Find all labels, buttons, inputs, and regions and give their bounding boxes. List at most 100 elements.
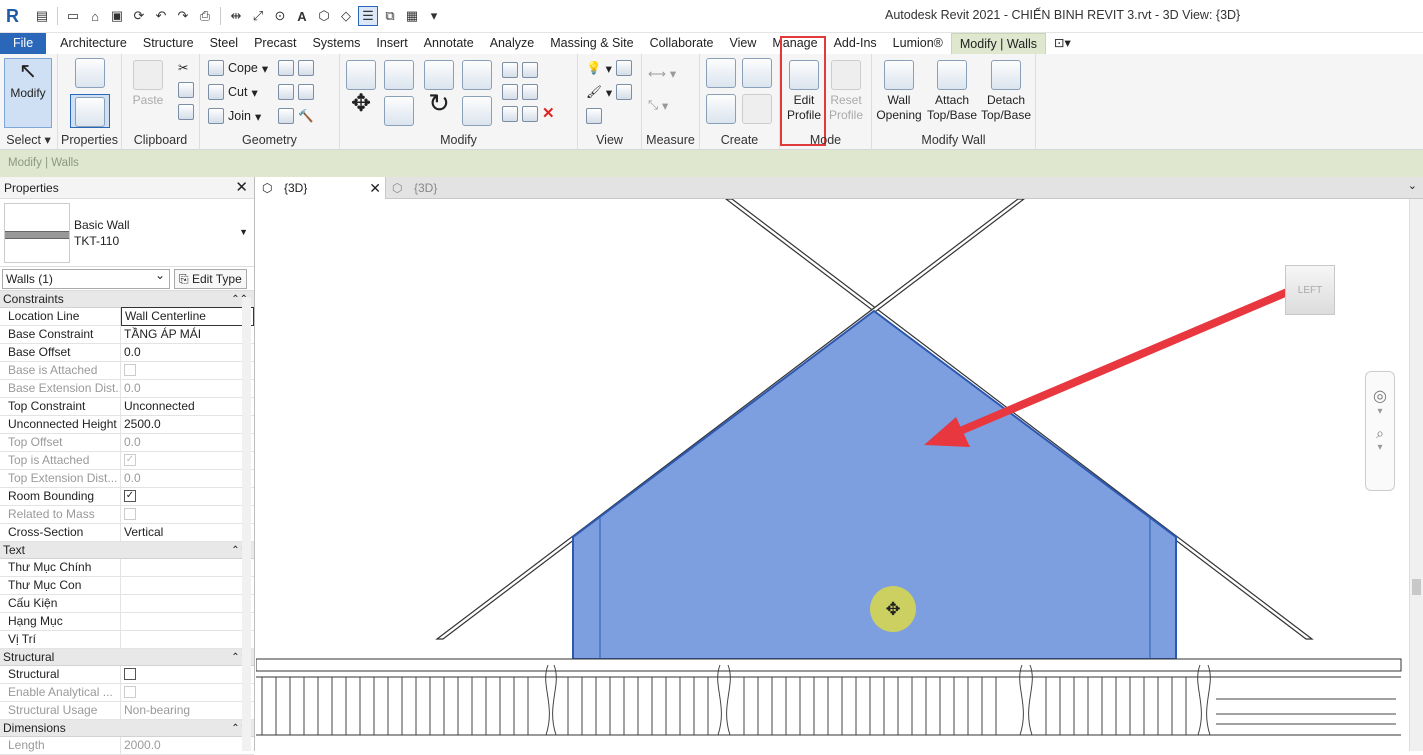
tab-add-ins[interactable]: Add-Ins (826, 33, 885, 54)
override-graphics-button[interactable]: 🖌 ▾ (586, 84, 633, 100)
mirror-draw-button[interactable] (462, 60, 492, 93)
tab-massing-site[interactable]: Massing & Site (542, 33, 641, 54)
tab-overflow-icon[interactable]: ⌄ (1408, 179, 1417, 192)
3d-view-icon[interactable]: ⬡ (314, 6, 334, 26)
create-parts-button[interactable] (740, 58, 774, 91)
measure-button[interactable]: ⟷ ▾ (648, 66, 676, 81)
attach-top-base-button[interactable]: Attach Top/Base (926, 60, 978, 123)
create-assembly-button[interactable] (704, 58, 738, 91)
properties-button[interactable] (70, 94, 110, 128)
zoom-icon[interactable]: ⌕ (1366, 425, 1394, 442)
tab-steel[interactable]: Steel (202, 33, 247, 54)
split-face-button[interactable] (278, 60, 314, 76)
prop-row[interactable]: Vị Trí (0, 631, 254, 649)
ribbon-toggle-icon[interactable]: ⊡▾ (1046, 33, 1079, 54)
prop-value[interactable]: 0.0 (121, 344, 254, 361)
prop-row[interactable]: Structural (0, 666, 254, 684)
prop-row[interactable]: Thư Mục Chính (0, 559, 254, 577)
dimension-icon[interactable]: ⤢ (248, 6, 268, 26)
tab-architecture[interactable]: Architecture (52, 33, 135, 54)
prop-value[interactable]: TẦNG ÁP MÁI (121, 326, 254, 343)
paste-button[interactable]: Paste (128, 60, 168, 108)
group-dimensions[interactable]: Dimensions ⌃⌃ (0, 720, 254, 737)
offset-button[interactable] (384, 60, 414, 93)
print-icon[interactable]: ⎙ (195, 6, 215, 26)
tab-structure[interactable]: Structure (135, 33, 202, 54)
thin-lines-icon[interactable]: ☰ (358, 6, 378, 26)
cut-button[interactable]: Cut ▾ (208, 84, 258, 100)
split-button[interactable] (502, 62, 538, 78)
tab-view[interactable]: View (722, 33, 765, 54)
join-button[interactable]: Join ▾ (208, 108, 261, 124)
open-icon[interactable]: ⌂ (85, 6, 105, 26)
prop-row[interactable]: Hạng Mục (0, 613, 254, 631)
room-bounding-checkbox[interactable]: ✓ (124, 490, 136, 502)
rotate-button[interactable]: ↻ (424, 90, 454, 116)
steering-wheel-icon[interactable]: ◎ (1366, 386, 1394, 406)
prop-value[interactable]: 2500.0 (121, 416, 254, 433)
prop-value[interactable] (121, 613, 254, 630)
trim-button[interactable] (462, 96, 492, 129)
copy-button[interactable] (178, 82, 194, 98)
align-button[interactable] (346, 60, 376, 93)
copy-element-button[interactable] (384, 96, 414, 129)
prop-row[interactable]: Unconnected Height 2500.0 (0, 416, 254, 434)
close-windows-icon[interactable]: ⧉ (380, 6, 400, 26)
create-group-button[interactable] (704, 94, 738, 127)
dimension-button[interactable]: ⤡ ▾ (648, 98, 668, 113)
move-button[interactable]: ✥ (346, 92, 376, 116)
prop-row[interactable]: Room Bounding ✓ (0, 488, 254, 506)
prop-value[interactable]: Wall Centerline (121, 307, 254, 326)
prop-row[interactable]: Cross-Section Vertical (0, 524, 254, 542)
viewcube[interactable]: LEFT (1285, 265, 1335, 315)
type-selector[interactable]: Basic Wall TKT-110 ▼ (0, 199, 254, 267)
new-icon[interactable]: ▭ (63, 6, 83, 26)
revit-logo-icon[interactable]: R (6, 6, 26, 26)
close-icon[interactable]: ✕ (235, 177, 248, 199)
view-tab-3d-secondary[interactable]: ⬡ {3D} (386, 177, 476, 199)
wall-opening-button[interactable]: Wall Opening (874, 60, 924, 123)
paint-button[interactable] (278, 84, 314, 100)
prop-value[interactable] (121, 595, 254, 612)
type-properties-button[interactable] (72, 58, 108, 91)
dropdown-icon[interactable]: ▾ (424, 6, 444, 26)
prop-value[interactable] (121, 559, 254, 576)
prop-value[interactable]: Vertical (121, 524, 254, 541)
edit-profile-button[interactable]: Edit Profile (786, 60, 822, 123)
edit-type-button[interactable]: ⎘ Edit Type (174, 269, 247, 289)
switch-windows-icon[interactable]: ▦ (402, 6, 422, 26)
tab-precast[interactable]: Precast (246, 33, 304, 54)
chevron-down-icon[interactable]: ▼ (239, 227, 248, 237)
prop-value[interactable] (121, 631, 254, 648)
scroll-thumb[interactable] (1412, 579, 1421, 595)
delete-icon[interactable]: ✕ (542, 106, 558, 122)
array-button[interactable] (502, 84, 538, 100)
pin-button[interactable]: ✕ (502, 106, 558, 122)
selection-box-button[interactable] (586, 108, 602, 124)
prop-row[interactable]: Cấu Kiện (0, 595, 254, 613)
tab-insert[interactable]: Insert (368, 33, 415, 54)
modify-button[interactable]: ↖ Modify (4, 58, 52, 128)
save-icon[interactable]: ▣ (107, 6, 127, 26)
drawing-canvas[interactable]: ✥ LEFT ◎ ▾ ⌕ ▾ (256, 199, 1423, 751)
tab-lumion[interactable]: Lumion® (885, 33, 951, 54)
prop-value[interactable] (121, 577, 254, 594)
tab-collaborate[interactable]: Collaborate (642, 33, 722, 54)
prop-row[interactable]: Base Offset 0.0 (0, 344, 254, 362)
cut-clip-button[interactable]: ✂ (178, 60, 188, 75)
tab-analyze[interactable]: Analyze (482, 33, 542, 54)
tab-systems[interactable]: Systems (304, 33, 368, 54)
view-tab-3d[interactable]: ⬡ {3D} ✕ (256, 177, 386, 199)
hide-button[interactable]: 💡 ▾ (586, 60, 632, 76)
similar-button[interactable] (740, 94, 774, 127)
tab-file[interactable]: File (0, 33, 47, 54)
recent-files-icon[interactable]: ▤ (32, 6, 52, 26)
match-properties-button[interactable] (178, 104, 194, 120)
tag-icon[interactable]: ⊙ (270, 6, 290, 26)
text-icon[interactable]: A (292, 6, 312, 26)
detach-top-base-button[interactable]: Detach Top/Base (980, 60, 1032, 123)
chevron-down-icon[interactable]: ▾ (1366, 442, 1394, 453)
undo-icon[interactable]: ↶ (151, 6, 171, 26)
chevron-down-icon[interactable]: ▾ (1366, 406, 1394, 417)
redo-icon[interactable]: ↷ (173, 6, 193, 26)
